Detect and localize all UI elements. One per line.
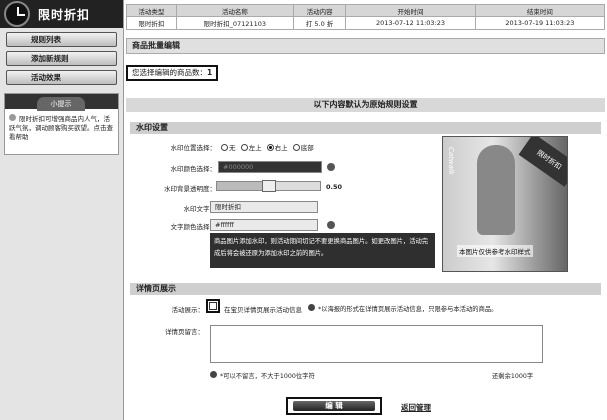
tip-heading: 小提示 — [37, 97, 85, 111]
watermark-color-input[interactable]: #000000 — [218, 161, 322, 173]
position-radio-group: 无 左上 右上 底部 — [218, 142, 314, 152]
opacity-value: 0.50 — [326, 183, 343, 191]
col-type: 活动类型 — [126, 4, 177, 17]
watermark-text-label: 水印文字： — [183, 205, 217, 213]
opacity-slider[interactable] — [216, 180, 321, 192]
edit-submit-button[interactable]: 编 辑 — [286, 397, 382, 415]
radio-none-label: 无 — [229, 144, 236, 152]
preview-model-image — [477, 145, 515, 235]
count-label: 您选择编辑的商品数： — [132, 68, 207, 77]
back-to-manage-link[interactable]: 返回管理 — [401, 402, 431, 413]
message-hint: *可以不留言，不大于1000位字符 — [220, 373, 315, 380]
slider-handle[interactable] — [261, 180, 276, 192]
help-icon[interactable] — [210, 371, 217, 378]
cell-name: 限时折扣_07121103 — [175, 16, 294, 30]
cell-start: 2013-07-12 11:03:23 — [345, 16, 476, 30]
sidebar-item-add-rule[interactable]: 添加新规则 — [6, 51, 117, 66]
sidebar-item-rule-list[interactable]: 规则列表 — [6, 32, 117, 47]
radio-bottom-label: 底部 — [300, 144, 314, 152]
text-color-label: 文字颜色选择： — [170, 223, 217, 231]
preview-caption: 本图片仅供参考水印样式 — [457, 245, 533, 257]
color-picker-icon[interactable] — [327, 221, 335, 229]
default-settings-bar: 以下内容默认为原始规则设置 — [126, 98, 605, 112]
radio-bottom[interactable] — [292, 144, 300, 151]
cell-content: 打 5.0 折 — [292, 16, 347, 30]
message-label: 详情页留言： — [165, 328, 204, 336]
sidebar-item-effect[interactable]: 活动效果 — [6, 70, 117, 85]
show-activity-checkbox[interactable] — [209, 302, 217, 310]
watermark-note: 商品图片添加水印，则活动期间切记不要更换商品图片。如更改图片，活动完成后将会被还… — [210, 233, 435, 268]
main-panel: 商品批量编辑 您选择编辑的商品数：1 以下内容默认为原始规则设置 水印设置 水印… — [126, 38, 605, 418]
col-content: 活动内容 — [292, 4, 347, 17]
app-header: 限时折扣 — [0, 0, 123, 28]
opacity-label: 水印背景透明度： — [164, 185, 216, 193]
edit-submit-label: 编 辑 — [293, 401, 375, 411]
remaining-count: 还剩余1000字 — [492, 373, 534, 380]
table-row: 限时折扣 限时折扣_07121103 打 5.0 折 2013-07-12 11… — [126, 16, 606, 30]
page-title: 商品批量编辑 — [126, 38, 605, 54]
col-end: 结束时间 — [474, 4, 606, 17]
sidebar: 限时折扣 规则列表 添加新规则 活动效果 小提示 限时折扣可增强商品内人气，活跃… — [0, 0, 124, 420]
col-name: 活动名称 — [175, 4, 294, 17]
color-label: 水印颜色选择： — [170, 165, 217, 173]
color-picker-icon[interactable] — [327, 163, 335, 171]
count-value: 1 — [207, 68, 213, 77]
help-icon[interactable] — [308, 304, 315, 311]
clock-icon — [4, 1, 30, 27]
detail-message-textarea[interactable] — [210, 325, 543, 363]
cell-type: 限时折扣 — [126, 16, 177, 30]
position-label: 水印位置选择： — [170, 144, 217, 152]
detail-section-title: 详情页展示 — [130, 283, 601, 295]
show-hint: *以海报的形式在详情页展示活动信息，只限参与本活动的商品。 — [318, 306, 498, 313]
lightbulb-icon — [9, 114, 16, 121]
col-start: 开始时间 — [345, 4, 476, 17]
radio-top-right-label: 右上 — [274, 144, 288, 152]
tip-box: 小提示 限时折扣可增强商品内人气，活跃气氛，调动顾客购买欲望。点击查看帮助 — [4, 93, 119, 155]
watermark-preview: Catwalk 限时折扣 本图片仅供参考水印样式 — [442, 136, 568, 272]
text-color-input[interactable]: #ffffff — [210, 219, 318, 231]
cell-end: 2013-07-19 11:03:23 — [474, 16, 606, 30]
app-title: 限时折扣 — [38, 7, 91, 22]
tip-text[interactable]: 限时折扣可增强商品内人气，活跃气氛，调动顾客购买欲望。点击查看帮助 — [9, 115, 113, 141]
radio-none[interactable] — [221, 144, 228, 151]
radio-top-left[interactable] — [240, 144, 248, 151]
watermark-text-input[interactable]: 限时折扣 — [210, 201, 318, 213]
show-checkbox-label: 在宝贝详情页展示活动信息 — [224, 306, 302, 314]
radio-top-left-label: 左上 — [248, 144, 262, 152]
preview-side-text: Catwalk — [447, 147, 455, 175]
selected-count: 您选择编辑的商品数：1 — [126, 65, 219, 81]
watermark-section-title: 水印设置 — [130, 122, 601, 134]
radio-top-right[interactable] — [266, 144, 274, 151]
activity-table: 活动类型 活动名称 活动内容 开始时间 结束时间 限时折扣 限时折扣_07121… — [126, 4, 606, 30]
show-label: 活动展示： — [171, 306, 205, 314]
